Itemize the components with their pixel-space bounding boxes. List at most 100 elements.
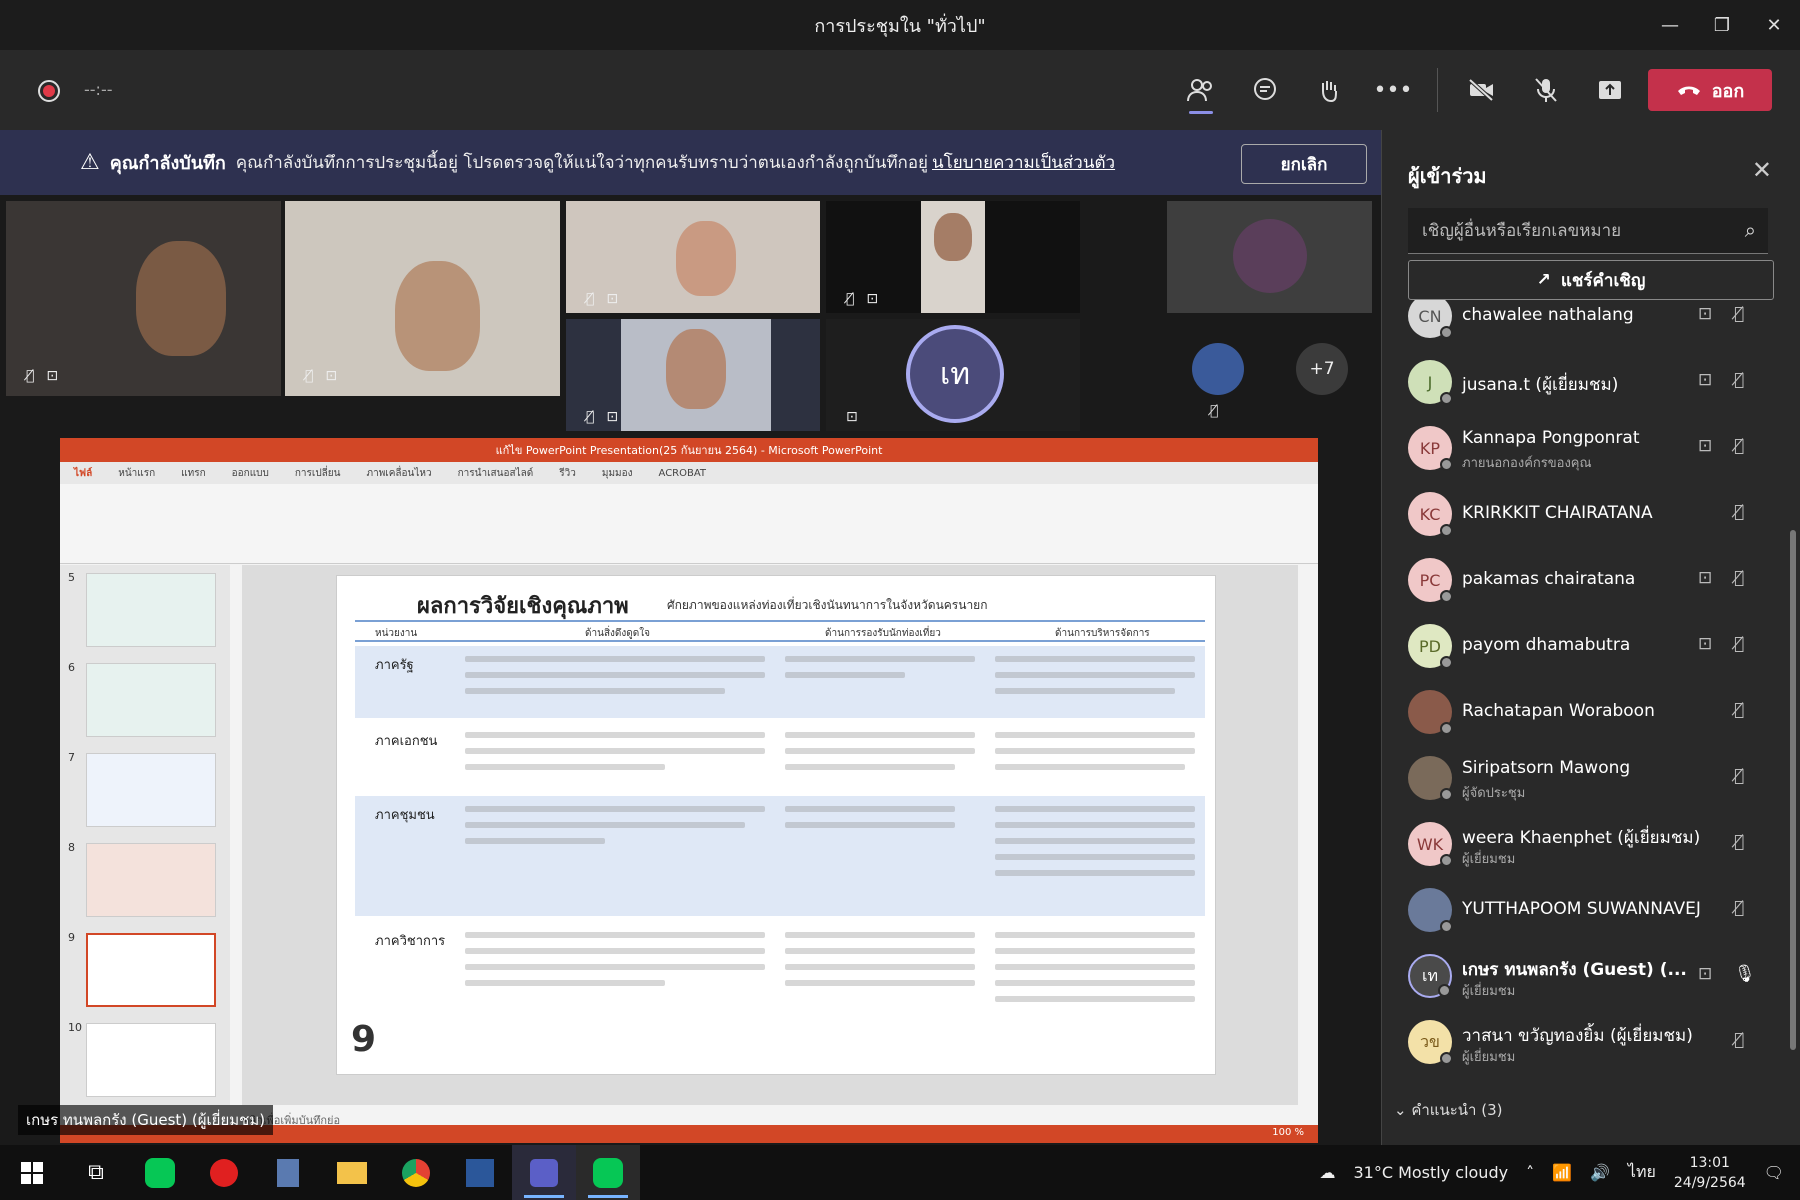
ppt-tab[interactable]: การเปลี่ยน <box>295 466 341 481</box>
participant-name: jusana.t (ผู้เยี่ยมชม) <box>1462 375 1619 395</box>
taskbar-app-explorer[interactable] <box>320 1145 384 1200</box>
ppt-tab[interactable]: ออกแบบ <box>232 466 269 481</box>
panel-scrollbar[interactable] <box>1790 530 1796 1050</box>
video-tile[interactable]: 🎙̸ ⊡ <box>566 319 820 431</box>
raise-hand-button[interactable] <box>1303 62 1355 118</box>
notifications-icon[interactable]: 🗨 <box>1764 1163 1784 1182</box>
participant-role: ภายนอกองค์กรของคุณ <box>1462 456 1592 471</box>
ppt-tab[interactable]: การนำเสนอสไลด์ <box>458 466 534 481</box>
people-icon <box>1187 79 1212 102</box>
privacy-policy-link[interactable]: นโยบายความเป็นส่วนตัว <box>932 149 1115 176</box>
participant-row[interactable]: CN chawalee nathalang ⊡ 🎙̸ <box>1408 300 1768 346</box>
ppt-tab[interactable]: ไฟล์ <box>74 466 92 481</box>
clock[interactable]: 13:01 24/9/2564 <box>1674 1153 1746 1193</box>
participant-name: payom dhamabutra <box>1462 635 1631 655</box>
taskbar-app-chrome[interactable] <box>384 1145 448 1200</box>
spotlight-icon: ⊡ <box>1698 370 1713 390</box>
participant-role: ผู้เยี่ยมชม <box>1462 852 1516 867</box>
suggested-label: คำแนะนำ (3) <box>1411 1101 1503 1119</box>
suggested-section[interactable]: ⌄ คำแนะนำ (3) <box>1394 1098 1502 1122</box>
video-tile[interactable]: 🎙̸ ⊡ <box>826 201 1080 313</box>
panel-title: ผู้เข้าร่วม <box>1408 164 1487 188</box>
participant-row[interactable]: KC KRIRKKIT CHAIRATANA 🎙̸ <box>1408 484 1768 544</box>
ppt-tab[interactable]: หน้าแรก <box>118 466 155 481</box>
ppt-tab[interactable]: ภาพเคลื่อนไหว <box>367 466 432 481</box>
ppt-tab[interactable]: แทรก <box>181 466 205 481</box>
window-title: การประชุมใน "ทั่วไป" <box>814 15 986 37</box>
slide-thumbnail[interactable] <box>86 843 216 917</box>
avatar: เท <box>906 325 1004 423</box>
row-label: ภาควิชาการ <box>375 934 446 949</box>
video-tile[interactable]: เท ⊡ <box>826 319 1080 431</box>
invite-search-input[interactable]: เชิญผู้อื่นหรือเรียกเลขหมาย ⌕ <box>1408 208 1768 254</box>
meeting-toolbar: --:-- ••• ออก <box>0 50 1800 130</box>
table-row: ภาคเอกชน <box>355 722 1205 792</box>
spotlight-icon: ⊡ <box>46 368 59 384</box>
weather-text[interactable]: 31°C Mostly cloudy <box>1353 1163 1508 1182</box>
video-tile[interactable]: 🎙̸ ⊡ <box>6 201 281 396</box>
participant-row[interactable]: WK weera Khaenphet (ผู้เยี่ยมชม) ผู้เยี่… <box>1408 814 1768 874</box>
participant-row[interactable]: J jusana.t (ผู้เยี่ยมชม) ⊡ 🎙̸ <box>1408 352 1768 412</box>
avatar: WK <box>1408 822 1453 867</box>
participant-row[interactable]: เท เกษร ทนพลกรัง (Guest) (... ผู้เยี่ยมช… <box>1408 946 1768 1006</box>
mic-off-icon: 🎙̸ <box>1734 1030 1745 1050</box>
avatar <box>1408 888 1453 933</box>
spotlight-icon: ⊡ <box>1698 568 1713 588</box>
minimize-button[interactable]: — <box>1644 0 1696 50</box>
play-icon <box>210 1158 238 1187</box>
leave-button[interactable]: ออก <box>1648 69 1772 111</box>
spotlight-icon: ⊡ <box>325 368 338 384</box>
participant-row[interactable]: PD payom dhamabutra ⊡ 🎙̸ <box>1408 616 1768 676</box>
maximize-button[interactable]: ❐ <box>1696 0 1748 50</box>
language-indicator[interactable]: ไทย <box>1628 1160 1656 1185</box>
chevron-up-icon[interactable]: ˄ <box>1526 1163 1534 1182</box>
slide-thumbnail[interactable] <box>86 573 216 647</box>
task-view-button[interactable]: ⧉ <box>64 1145 128 1200</box>
start-button[interactable] <box>0 1145 64 1200</box>
avatar[interactable] <box>1192 343 1244 395</box>
participants-button[interactable] <box>1175 62 1227 118</box>
participant-row[interactable]: วข วาสนา ขวัญทองยิ้ม (ผู้เยี่ยมชม) ผู้เย… <box>1408 1012 1768 1072</box>
video-tile[interactable]: 🎙̸ ⊡ <box>285 201 560 396</box>
mic-off-icon <box>1535 78 1557 102</box>
close-panel-button[interactable]: ✕ <box>1752 156 1772 184</box>
volume-icon[interactable]: 🔊 <box>1590 1163 1610 1182</box>
taskbar-app-media[interactable] <box>192 1145 256 1200</box>
more-actions-button[interactable]: ••• <box>1367 62 1419 118</box>
camera-toggle-button[interactable] <box>1456 62 1508 118</box>
share-invite-button[interactable]: ↗ แชร์คำเชิญ <box>1408 260 1774 300</box>
participant-name: วาสนา ขวัญทองยิ้ม (ผู้เยี่ยมชม) <box>1462 1026 1693 1046</box>
participant-row[interactable]: PC pakamas chairatana ⊡ 🎙̸ <box>1408 550 1768 610</box>
taskbar-app-line[interactable] <box>128 1145 192 1200</box>
taskbar-app-word[interactable] <box>448 1145 512 1200</box>
participant-row[interactable]: Rachatapan Woraboon 🎙̸ <box>1408 682 1768 742</box>
network-icon[interactable]: 📶 <box>1552 1163 1572 1182</box>
participant-row[interactable]: KP Kannapa Pongponrat ภายนอกองค์กรของคุณ… <box>1408 418 1768 478</box>
ppt-tab[interactable]: มุมมอง <box>602 466 633 481</box>
chat-button[interactable] <box>1239 62 1291 118</box>
ppt-tab[interactable]: ACROBAT <box>659 468 707 479</box>
slide-thumbnail[interactable] <box>86 1023 216 1097</box>
slide-canvas: ผลการวิจัยเชิงคุณภาพ ศักยภาพของแหล่งท่อง… <box>242 565 1298 1105</box>
share-screen-button[interactable] <box>1584 62 1636 118</box>
mic-off-icon: 🎙̸ <box>1734 568 1745 588</box>
participant-row[interactable]: Siripatsorn Mawong ผู้จัดประชุม 🎙̸ <box>1408 748 1768 808</box>
taskbar-app-teams[interactable] <box>512 1145 576 1200</box>
video-tile[interactable]: 🎙̸ ⊡ <box>566 201 820 313</box>
video-tile[interactable] <box>1167 201 1372 313</box>
participant-row[interactable]: YUTTHAPOOM SUWANNAVEJ 🎙̸ <box>1408 880 1768 940</box>
close-window-button[interactable]: ✕ <box>1748 0 1800 50</box>
slide-thumbnail-selected[interactable] <box>86 933 216 1007</box>
spotlight-icon: ⊡ <box>1698 634 1713 654</box>
mic-toggle-button[interactable] <box>1520 62 1572 118</box>
ppt-tab[interactable]: รีวิว <box>559 466 576 481</box>
share-icon <box>1599 81 1621 99</box>
more-participants-button[interactable]: +7 <box>1296 343 1348 395</box>
mic-off-icon: 🎙̸ <box>26 368 35 384</box>
slide-thumbnail[interactable] <box>86 753 216 827</box>
avatar: J <box>1408 360 1453 405</box>
cancel-recording-button[interactable]: ยกเลิก <box>1241 144 1367 184</box>
taskbar-app-line-2[interactable] <box>576 1145 640 1200</box>
taskbar-app-calculator[interactable] <box>256 1145 320 1200</box>
slide-thumbnail[interactable] <box>86 663 216 737</box>
